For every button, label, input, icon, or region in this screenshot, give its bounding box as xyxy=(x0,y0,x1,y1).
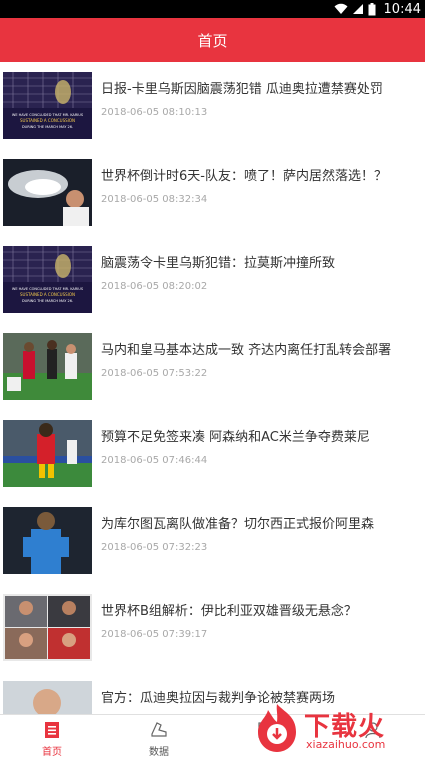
status-time: 10:44 xyxy=(383,1,421,17)
news-thumbnail xyxy=(3,507,92,574)
news-title: 为库尔图瓦离队做准备？切尔西正式报价阿里森 xyxy=(101,517,375,532)
boot-icon xyxy=(151,722,167,737)
tab-home[interactable]: 首页 xyxy=(0,715,104,758)
news-thumbnail: WE HAVE CONCLUDED THAT MR. KARIUS SUSTAI… xyxy=(3,72,92,139)
news-title: 脑震荡令卡里乌斯犯错：拉莫斯冲撞所致 xyxy=(101,256,336,271)
news-item[interactable]: 世界杯B组解析：伊比利亚双雄晋级无悬念？ 2018-06-05 07:39:17 xyxy=(0,584,425,672)
svg-text:WE HAVE CONCLUDED THAT MR. KAR: WE HAVE CONCLUDED THAT MR. KARIUS xyxy=(12,113,84,117)
svg-text:DURING THE MARCH MAY 26.: DURING THE MARCH MAY 26. xyxy=(22,125,73,129)
svg-text:DURING THE MARCH MAY 26.: DURING THE MARCH MAY 26. xyxy=(22,299,73,303)
tab-data[interactable]: 数据 xyxy=(107,715,211,758)
signal-icon xyxy=(352,4,363,14)
status-bar: 10:44 xyxy=(0,0,425,18)
svg-text:SUSTAINED A CONCUSSION: SUSTAINED A CONCUSSION xyxy=(20,292,75,297)
news-thumbnail xyxy=(3,594,92,661)
news-title: 世界杯倒计时6天-队友：喷了！萨内居然落选！？ xyxy=(101,169,387,184)
battery-icon xyxy=(368,2,376,15)
news-thumbnail xyxy=(3,681,92,714)
news-item[interactable]: 预算不足免签来凑 阿森纳和AC米兰争夺费莱尼 2018-06-05 07:46:… xyxy=(0,410,425,498)
news-list[interactable]: WE HAVE CONCLUDED THAT MR. KARIUS SUSTAI… xyxy=(0,62,425,714)
news-thumbnail xyxy=(3,159,92,226)
page-title: 首页 xyxy=(197,31,228,50)
home-icon xyxy=(45,722,59,738)
news-time: 2018-06-05 07:46:44 xyxy=(101,455,208,466)
news-item[interactable]: WE HAVE CONCLUDED THAT MR. KARIUS SUSTAI… xyxy=(0,62,425,150)
news-item[interactable]: WE HAVE CONCLUDED THAT MR. KARIUS SUSTAI… xyxy=(0,236,425,324)
svg-text:WE HAVE CONCLUDED THAT MR. KAR: WE HAVE CONCLUDED THAT MR. KARIUS xyxy=(12,287,84,291)
news-item[interactable]: 为库尔图瓦离队做准备？切尔西正式报价阿里森 2018-06-05 07:32:2… xyxy=(0,497,425,585)
watermark-logo xyxy=(258,704,296,752)
watermark-url: xiazaihuo.com xyxy=(306,738,386,751)
news-time: 2018-06-05 07:32:23 xyxy=(101,542,208,553)
news-title: 日报-卡里乌斯因脑震荡犯错 瓜迪奥拉遭禁赛处罚 xyxy=(101,82,383,97)
svg-text:SUSTAINED A CONCUSSION: SUSTAINED A CONCUSSION xyxy=(20,118,75,123)
news-time: 2018-06-05 08:32:34 xyxy=(101,194,208,205)
news-title: 马内和皇马基本达成一致 齐达内离任打乱转会部署 xyxy=(101,343,392,358)
watermark: 下载火 xiazaihuo.com xyxy=(248,700,425,755)
wifi-icon xyxy=(334,3,348,14)
tab-data-label: 数据 xyxy=(149,747,169,758)
news-thumbnail xyxy=(3,420,92,487)
news-title: 预算不足免签来凑 阿森纳和AC米兰争夺费莱尼 xyxy=(101,430,370,445)
news-time: 2018-06-05 07:53:22 xyxy=(101,368,208,379)
news-item[interactable]: 世界杯倒计时6天-队友：喷了！萨内居然落选！？ 2018-06-05 08:32… xyxy=(0,149,425,237)
news-time: 2018-06-05 08:20:02 xyxy=(101,281,208,292)
app-header: 首页 xyxy=(0,18,425,62)
news-thumbnail xyxy=(3,333,92,400)
news-time: 2018-06-05 07:39:17 xyxy=(101,629,208,640)
news-time: 2018-06-05 08:10:13 xyxy=(101,107,208,118)
news-title: 世界杯B组解析：伊比利亚双雄晋级无悬念？ xyxy=(101,604,357,619)
news-thumbnail: WE HAVE CONCLUDED THAT MR. KARIUS SUSTAI… xyxy=(3,246,92,313)
news-item[interactable]: 马内和皇马基本达成一致 齐达内离任打乱转会部署 2018-06-05 07:53… xyxy=(0,323,425,411)
tab-home-label: 首页 xyxy=(42,747,62,758)
